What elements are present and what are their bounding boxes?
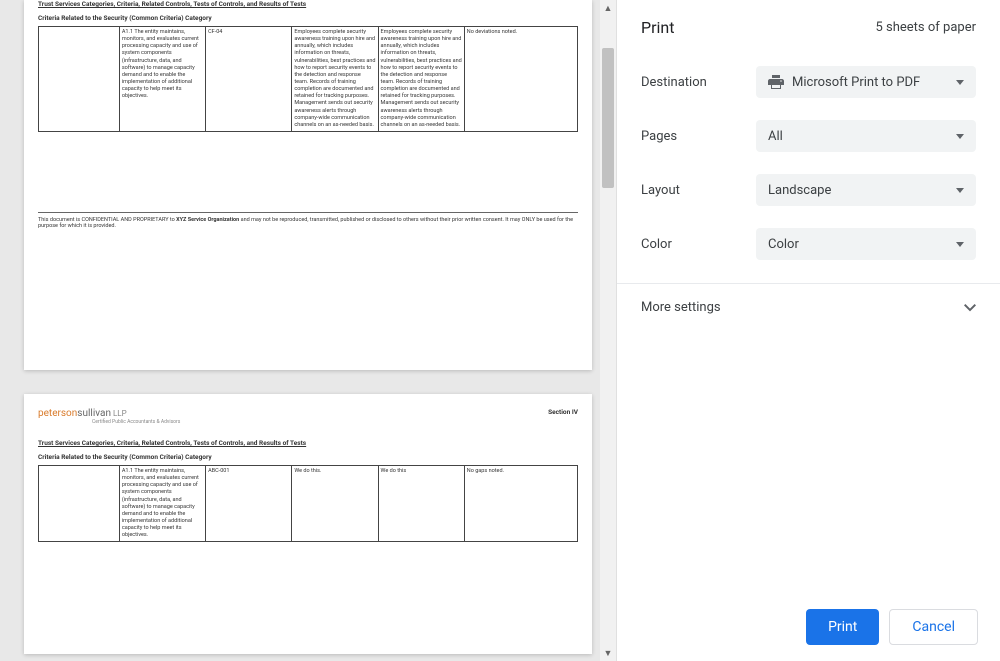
pages-value: All (768, 129, 783, 144)
layout-dropdown[interactable]: Landscape (756, 174, 976, 206)
layout-value: Landscape (768, 183, 831, 198)
print-header: Print 5 sheets of paper (617, 0, 1000, 55)
destination-value: Microsoft Print to PDF (792, 75, 920, 90)
pages-row: Pages All (641, 109, 976, 163)
chevron-down-icon (956, 80, 964, 85)
scroll-up-button[interactable]: ▲ (600, 0, 616, 16)
criteria-table: A1.1 The entity maintains, monitors, and… (38, 26, 578, 132)
page-heading: Trust Services Categories, Criteria, Rel… (38, 439, 578, 447)
more-settings-label: More settings (641, 300, 721, 315)
print-settings-list: Destination Microsoft Print to PDF Pages… (617, 55, 1000, 271)
preview-page-1: Trust Services Categories, Criteria, Rel… (24, 0, 592, 370)
scroll-thumb[interactable] (602, 48, 614, 188)
page-subheading: Criteria Related to the Security (Common… (38, 453, 578, 461)
table-cell: No gaps noted. (464, 466, 577, 542)
cancel-button[interactable]: Cancel (889, 609, 978, 645)
chevron-down-icon (964, 304, 976, 312)
page-footer: This document is CONFIDENTIAL AND PROPRI… (38, 212, 578, 229)
scroll-down-button[interactable]: ▼ (600, 645, 616, 661)
pages-dropdown[interactable]: All (756, 120, 976, 152)
company-logo-subtitle: Certified Public Accountants & Advisors (92, 419, 180, 425)
page-heading: Trust Services Categories, Criteria, Rel… (38, 0, 578, 8)
color-value: Color (768, 237, 799, 252)
company-logo: petersonsullivan LLP (38, 408, 180, 419)
section-label: Section IV (548, 408, 578, 416)
destination-row: Destination Microsoft Print to PDF (641, 55, 976, 109)
layout-label: Layout (641, 183, 756, 198)
table-cell: A1.1 The entity maintains, monitors, and… (119, 27, 205, 132)
more-settings-toggle[interactable]: More settings (617, 283, 1000, 331)
preview-scrollbar[interactable]: ▲ ▼ (600, 0, 616, 661)
print-settings-panel: Print 5 sheets of paper Destination Micr… (616, 0, 1000, 661)
color-dropdown[interactable]: Color (756, 228, 976, 260)
print-panel-footer: Print Cancel (617, 593, 1000, 661)
table-cell: A1.1 The entity maintains, monitors, and… (119, 466, 205, 542)
preview-page-2: petersonsullivan LLP Certified Public Ac… (24, 394, 592, 654)
printer-icon (768, 75, 784, 89)
table-cell (39, 466, 120, 542)
table-row: A1.1 The entity maintains, monitors, and… (39, 27, 578, 132)
destination-dropdown[interactable]: Microsoft Print to PDF (756, 66, 976, 98)
color-label: Color (641, 237, 756, 252)
destination-label: Destination (641, 75, 756, 90)
layout-row: Layout Landscape (641, 163, 976, 217)
table-cell: Employees complete security awareness tr… (378, 27, 464, 132)
print-preview-pane: ▲ ▼ Trust Services Categories, Criteria,… (0, 0, 616, 661)
page-header-row: petersonsullivan LLP Certified Public Ac… (38, 408, 578, 425)
print-title: Print (641, 18, 674, 37)
sheets-count: 5 sheets of paper (875, 20, 976, 35)
table-cell: Employees complete security awareness tr… (292, 27, 378, 132)
table-cell: CF-04 (206, 27, 292, 132)
table-cell: No deviations noted. (464, 27, 577, 132)
chevron-down-icon (956, 188, 964, 193)
pages-label: Pages (641, 129, 756, 144)
print-button[interactable]: Print (806, 609, 879, 645)
color-row: Color Color (641, 217, 976, 271)
table-cell (39, 27, 120, 132)
criteria-table: A1.1 The entity maintains, monitors, and… (38, 465, 578, 542)
table-cell: ABC-001 (206, 466, 292, 542)
table-row: A1.1 The entity maintains, monitors, and… (39, 466, 578, 542)
page-subheading: Criteria Related to the Security (Common… (38, 14, 578, 22)
table-cell: We do this. (292, 466, 378, 542)
chevron-down-icon (956, 242, 964, 247)
table-cell: We do this (378, 466, 464, 542)
chevron-down-icon (956, 134, 964, 139)
